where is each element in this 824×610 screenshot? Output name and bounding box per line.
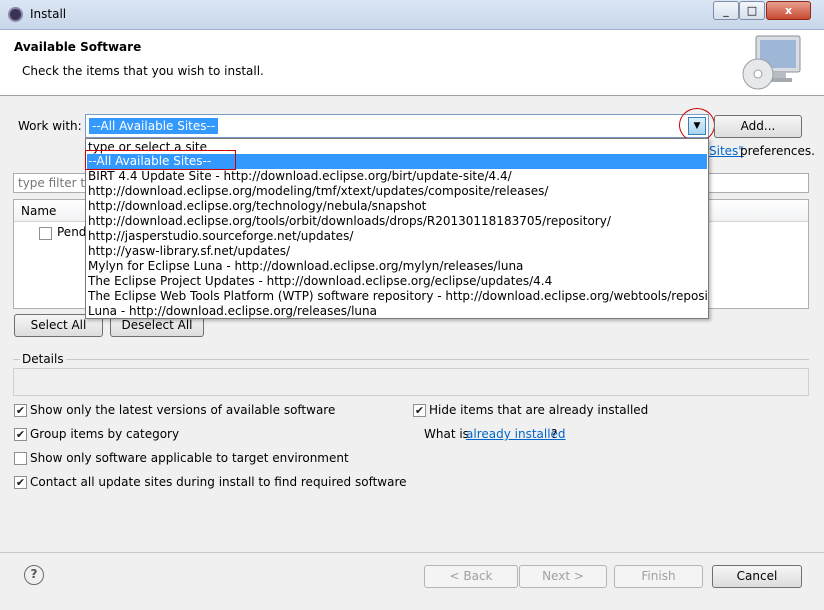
minimize-button[interactable]: _ [713, 1, 739, 20]
column-header-name[interactable]: Name [21, 204, 56, 218]
preferences-suffix: preferences. [740, 144, 815, 158]
dropdown-item[interactable]: http://yasw-library.sf.net/updates/ [87, 244, 707, 259]
annotation-circle [679, 108, 715, 142]
maximize-button[interactable]: □ [739, 1, 765, 20]
contact-all-sites-label: Contact all update sites during install … [30, 475, 407, 489]
details-text-area [13, 368, 809, 396]
eclipse-app-icon [8, 7, 23, 22]
dropdown-item[interactable]: The Eclipse Web Tools Platform (WTP) sof… [87, 289, 707, 304]
contact-all-sites-checkbox[interactable]: ✔ [14, 476, 27, 489]
hide-installed-label: Hide items that are already installed [429, 403, 649, 417]
details-label: Details [20, 352, 66, 366]
title-bar: Install _ □ x [0, 0, 824, 30]
what-is-suffix: ? [551, 427, 558, 441]
wizard-header: Available Software Check the items that … [0, 30, 824, 96]
what-is-prefix: What is [424, 427, 469, 441]
latest-versions-label: Show only the latest versions of availab… [30, 403, 336, 417]
help-icon[interactable]: ? [24, 565, 44, 585]
page-title: Available Software [14, 40, 142, 54]
group-by-category-checkbox[interactable]: ✔ [14, 428, 27, 441]
dropdown-item[interactable]: http://jasperstudio.sourceforge.net/upda… [87, 229, 707, 244]
target-environment-checkbox[interactable] [14, 452, 27, 465]
available-sites-link[interactable]: Sites" [709, 144, 744, 158]
dropdown-item[interactable]: BIRT 4.4 Update Site - http://download.e… [87, 169, 707, 184]
install-monitor-icon [742, 35, 801, 90]
details-section [13, 359, 809, 396]
work-with-combo[interactable]: --All Available Sites-- ▼ [85, 114, 709, 138]
table-row-checkbox[interactable] [39, 227, 52, 240]
back-button[interactable]: < Back [424, 565, 518, 588]
next-button[interactable]: Next > [519, 565, 607, 588]
annotation-box [85, 150, 236, 170]
dropdown-item[interactable]: Luna - http://download.eclipse.org/relea… [87, 304, 707, 319]
dropdown-item[interactable]: http://download.eclipse.org/modeling/tmf… [87, 184, 707, 199]
close-button[interactable]: x [766, 1, 811, 20]
cancel-button[interactable]: Cancel [712, 565, 802, 588]
dropdown-item[interactable]: Mylyn for Eclipse Luna - http://download… [87, 259, 707, 274]
table-row[interactable]: Pend [57, 225, 86, 239]
work-with-label: Work with: [18, 119, 82, 133]
target-environment-label: Show only software applicable to target … [30, 451, 349, 465]
page-description: Check the items that you wish to install… [22, 64, 264, 78]
hide-installed-checkbox[interactable]: ✔ [413, 404, 426, 417]
group-by-category-label: Group items by category [30, 427, 180, 441]
add-site-button[interactable]: Add... [714, 115, 802, 138]
work-with-selected-value: --All Available Sites-- [89, 118, 219, 134]
finish-button[interactable]: Finish [614, 565, 703, 588]
dropdown-item[interactable]: http://download.eclipse.org/technology/n… [87, 199, 707, 214]
dropdown-item[interactable]: The Eclipse Project Updates - http://dow… [87, 274, 707, 289]
footer-separator [0, 552, 824, 553]
window-title: Install [30, 7, 67, 21]
latest-versions-checkbox[interactable]: ✔ [14, 404, 27, 417]
dropdown-item[interactable]: http://download.eclipse.org/tools/orbit/… [87, 214, 707, 229]
